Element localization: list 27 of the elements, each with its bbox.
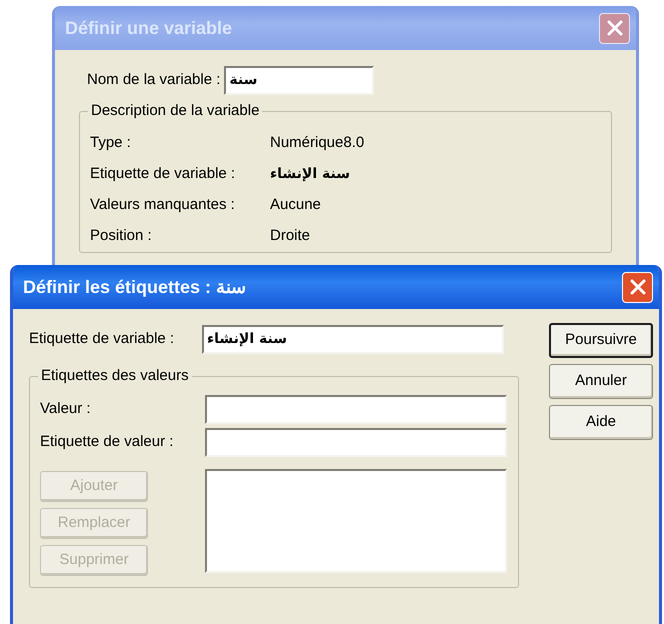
text-field[interactable]: سنة الإنشاء: [202, 325, 504, 354]
dialog-button[interactable]: Aide: [549, 405, 653, 440]
field-label: Nom de la variable :: [87, 70, 220, 90]
window-title: Définir les étiquettes : سنة: [23, 276, 246, 299]
field-value: Aucune: [270, 195, 321, 216]
value-list[interactable]: [205, 469, 507, 573]
group-label: Description de la variable: [88, 102, 262, 120]
dialog-button[interactable]: Annuler: [549, 364, 653, 399]
field-value: Droite: [270, 226, 310, 246]
text-field[interactable]: [205, 428, 507, 457]
close-button[interactable]: [599, 12, 630, 44]
window-title: Définir une variable: [65, 16, 232, 40]
field-label: Etiquette de variable :: [90, 164, 236, 184]
field-value: Numérique8.0: [270, 133, 364, 154]
field-label: Etiquette de valeur :: [40, 432, 174, 452]
text-field[interactable]: سنة: [224, 66, 374, 95]
field-label: Valeur :: [40, 399, 92, 420]
field-label: Etiquette de variable :: [29, 329, 176, 350]
close-icon: [628, 278, 646, 296]
field-label: Type :: [90, 133, 132, 154]
field-label: Valeurs manquantes :: [90, 195, 236, 216]
close-icon: [606, 19, 624, 37]
dialog-button[interactable]: Poursuivre: [549, 323, 653, 358]
field-value: سنة الإنشاء: [270, 165, 350, 184]
field-label: Position :: [90, 226, 153, 246]
group-label: Etiquettes des valeurs: [38, 367, 192, 385]
text-field[interactable]: [205, 395, 507, 424]
